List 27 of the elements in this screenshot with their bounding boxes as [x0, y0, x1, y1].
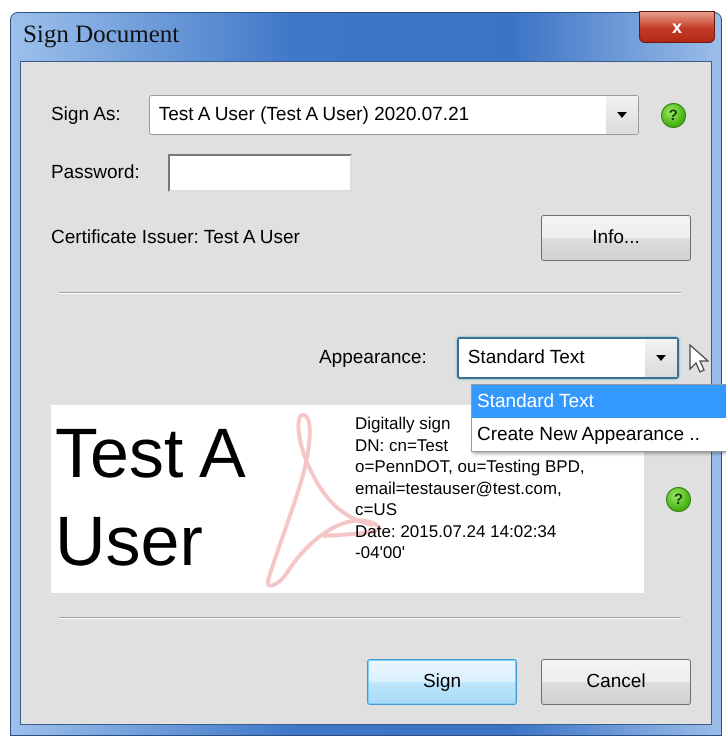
caret-icon — [616, 111, 628, 119]
signature-detail: email=testauser@test.com, — [355, 478, 562, 499]
password-label: Password: — [51, 162, 140, 184]
signature-detail: -04'00' — [355, 542, 405, 564]
help-button[interactable]: ? — [660, 102, 686, 128]
signature-detail: o=PennDOT, ou=Testing BPD, — [355, 456, 585, 478]
appearance-dropdown[interactable]: Standard Text — [456, 337, 679, 379]
signature-detail: DN: cn=Test — [355, 434, 448, 456]
signature-name: User — [55, 501, 204, 582]
signature-name: Test A — [55, 413, 247, 494]
cursor-icon — [689, 344, 709, 374]
signature-detail: c=US — [355, 499, 398, 520]
help-button[interactable]: ? — [666, 486, 691, 512]
window-title: Sign Document — [23, 21, 180, 49]
dropdown-option[interactable]: Create New Appearance .. — [472, 418, 726, 451]
dialog-button[interactable]: Sign — [367, 659, 517, 705]
close-button[interactable]: x — [639, 11, 715, 43]
caret-icon — [654, 354, 667, 362]
password-field[interactable] — [168, 154, 352, 192]
signature-detail: Digitally sign — [355, 413, 450, 434]
sign-as-label: Sign As: — [51, 104, 121, 126]
dialog-button[interactable]: Cancel — [541, 659, 691, 705]
info-button[interactable]: Info... — [541, 215, 691, 261]
sign-as-dropdown[interactable]: Test A User (Test A User) 2020.07.21 — [148, 95, 639, 135]
appearance-label: Appearance: — [319, 347, 427, 369]
signature-detail: Date: 2015.07.24 14:02:34 — [355, 520, 556, 542]
certificate-issuer-text: Certificate Issuer: Test A User — [51, 227, 300, 249]
